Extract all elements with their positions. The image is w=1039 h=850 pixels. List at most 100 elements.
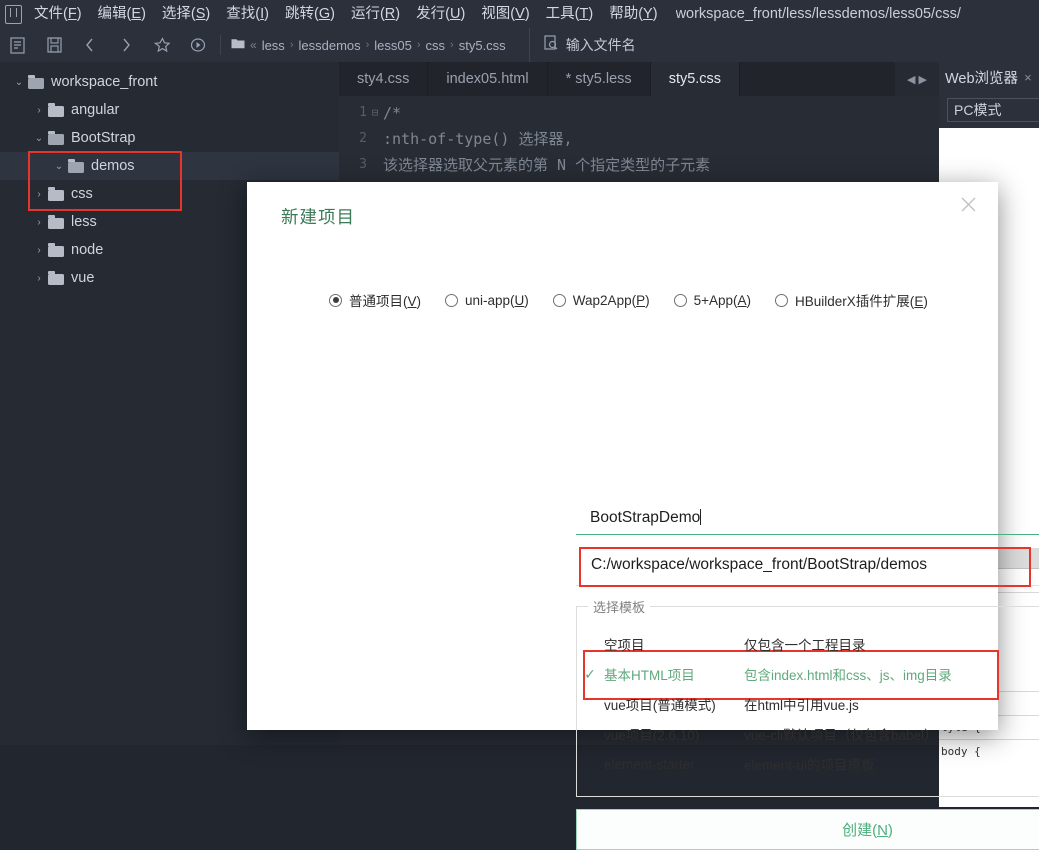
menu-item-0[interactable]: 文件(F) <box>26 0 90 28</box>
tree-item-label: vue <box>71 270 95 286</box>
template-name: 空项目 <box>604 638 645 653</box>
filename-search-box[interactable]: 输入文件名 <box>528 28 636 62</box>
template-description: 仅包含一个工程目录 <box>744 638 866 653</box>
chevron-right-icon[interactable]: › <box>32 245 46 256</box>
radio-button[interactable] <box>445 293 459 307</box>
breadcrumb[interactable]: « less › lessdemos › less05 › css › sty5.css <box>225 28 511 62</box>
chevron-right-icon[interactable]: › <box>32 217 46 228</box>
project-name-input[interactable]: BootStrapDemo <box>576 504 1039 535</box>
tree-item-label: angular <box>71 102 120 118</box>
editor-tab-label: index05.html <box>446 71 529 87</box>
close-icon[interactable] <box>954 190 982 218</box>
breadcrumb-item-0[interactable]: less <box>257 38 290 53</box>
tree-item-workspace-front[interactable]: ⌄ workspace_front <box>0 68 339 96</box>
project-type-4[interactable]: HBuilderX插件扩展(E) <box>775 290 928 310</box>
menu-item-7[interactable]: 视图(V) <box>473 0 537 28</box>
fold-icon[interactable]: ⊟ <box>367 100 383 126</box>
tree-item-label: workspace_front <box>51 74 158 90</box>
project-type-1[interactable]: uni-app(U) <box>445 293 529 308</box>
back-arrow-icon[interactable] <box>72 28 108 62</box>
breadcrumb-item-3[interactable]: css <box>421 38 451 53</box>
project-type-label: uni-app(U) <box>465 292 529 308</box>
tree-item-label: less <box>71 214 97 230</box>
radio-button[interactable] <box>775 293 789 307</box>
filename-placeholder: 输入文件名 <box>565 37 636 53</box>
template-row-1[interactable]: ✓ 基本HTML项目 包含index.html和css、js、img目录 <box>576 659 1039 689</box>
template-row-2[interactable]: vue项目(普通模式) 在html中引用vue.js <box>576 689 1039 719</box>
folder-icon <box>48 271 65 285</box>
radio-button[interactable] <box>552 293 566 307</box>
editor-tab-label: sty5.css <box>668 71 722 87</box>
editor-tab-1[interactable]: index05.html <box>428 62 548 96</box>
code-line-1: 1 ⊟/* <box>339 100 939 126</box>
project-type-3[interactable]: 5+App(A) <box>673 293 751 308</box>
folder-icon <box>48 243 65 257</box>
editor-tab-3[interactable]: sty5.css <box>650 62 741 96</box>
menu-item-5[interactable]: 运行(R) <box>343 0 408 28</box>
project-path-input[interactable]: C:/workspace/workspace_front/BootStrap/d… <box>579 547 1027 583</box>
code-content[interactable]: 1 ⊟/* 2:nth-of-type() 选择器, 3 该选择器选取父元素的第 N 个… <box>339 96 939 178</box>
hbuilder-logo-icon <box>0 0 26 28</box>
tab-next-icon[interactable]: ▶ <box>919 73 927 86</box>
tree-item-angular[interactable]: › angular <box>0 96 339 124</box>
path-underline <box>576 585 1039 586</box>
chevron-right-icon[interactable]: › <box>32 189 46 200</box>
menu-item-2[interactable]: 选择(S) <box>154 0 218 28</box>
editor-tab-label: sty4.css <box>357 71 410 87</box>
menu-item-9[interactable]: 帮助(Y) <box>601 0 665 28</box>
breadcrumb-overflow[interactable]: « <box>248 38 257 52</box>
project-type-2[interactable]: Wap2App(P) <box>552 292 650 308</box>
menu-bar: 文件(F) 编辑(E) 选择(S) 查找(I) 跳转(G) 运行(R) 发行(U) 视图(V)… <box>0 0 1039 28</box>
template-name: vue项目(普通模式) <box>604 698 716 713</box>
line-number: 2 <box>359 131 367 146</box>
window-title: workspace_front/less/lessdemos/less05/cs… <box>675 6 961 22</box>
chevron-down-icon[interactable]: ⌄ <box>52 161 66 172</box>
device-mode-select[interactable]: PC模式 <box>947 98 1039 122</box>
tab-prev-icon[interactable]: ◀ <box>907 73 915 86</box>
text-caret <box>700 509 702 525</box>
chevron-right-icon[interactable]: › <box>32 273 46 284</box>
save-icon[interactable] <box>36 28 72 62</box>
tab-nav-buttons[interactable]: ◀ ▶ <box>895 62 939 96</box>
menu-item-6[interactable]: 发行(U) <box>408 0 473 28</box>
folder-icon <box>28 75 45 89</box>
check-icon: ✓ <box>584 665 596 682</box>
folder-icon <box>68 159 85 173</box>
menu-item-8[interactable]: 工具(T) <box>538 0 602 28</box>
project-type-radio-group: 普通项目(V) uni-app(U) Wap2App(P) 5+App(A) HBuil… <box>329 290 952 310</box>
code-line-2: 2:nth-of-type() 选择器, <box>339 126 939 152</box>
editor-tab-0[interactable]: sty4.css <box>339 62 429 96</box>
radio-button[interactable] <box>673 293 687 307</box>
new-file-icon[interactable] <box>0 28 36 62</box>
chevron-down-icon[interactable]: ⌄ <box>32 133 46 144</box>
tree-item-label: css <box>71 186 93 202</box>
template-description: 包含index.html和css、js、img目录 <box>744 668 952 683</box>
menu-item-4[interactable]: 跳转(G) <box>277 0 343 28</box>
file-search-icon <box>544 34 558 56</box>
web-browser-panel-header: Web浏览器 × <box>939 62 1039 92</box>
create-button[interactable]: 创建(N) <box>576 809 1039 850</box>
dialog-title: 新建项目 <box>281 207 355 227</box>
chevron-right-icon[interactable]: › <box>32 105 46 116</box>
project-type-0[interactable]: 普通项目(V) <box>329 290 421 310</box>
forward-arrow-icon[interactable] <box>108 28 144 62</box>
breadcrumb-item-2[interactable]: less05 <box>369 38 417 53</box>
menu-item-3[interactable]: 查找(I) <box>218 0 277 28</box>
template-row-4[interactable]: element-starter element-ui的项目模板 <box>576 749 1039 779</box>
tree-item-demos[interactable]: ⌄ demos <box>0 152 339 180</box>
breadcrumb-item-1[interactable]: lessdemos <box>293 38 365 53</box>
template-row-0[interactable]: 空项目 仅包含一个工程目录 <box>576 629 1039 659</box>
folder-icon <box>48 131 65 145</box>
web-browser-title: Web浏览器 <box>945 70 1019 87</box>
menu-item-1[interactable]: 编辑(E) <box>90 0 154 28</box>
breadcrumb-item-4[interactable]: sty5.css <box>454 38 511 53</box>
run-icon[interactable] <box>180 28 216 62</box>
panel-close-icon[interactable]: × <box>1024 70 1032 85</box>
editor-tab-2[interactable]: * sty5.less <box>547 62 651 96</box>
tree-item-bootstrap[interactable]: ⌄ BootStrap <box>0 124 339 152</box>
chevron-down-icon[interactable]: ⌄ <box>12 77 26 88</box>
create-button-label: 创建(N) <box>842 822 893 839</box>
radio-button[interactable] <box>329 293 342 307</box>
project-type-label: Wap2App(P) <box>572 292 650 308</box>
star-icon[interactable] <box>144 28 180 62</box>
